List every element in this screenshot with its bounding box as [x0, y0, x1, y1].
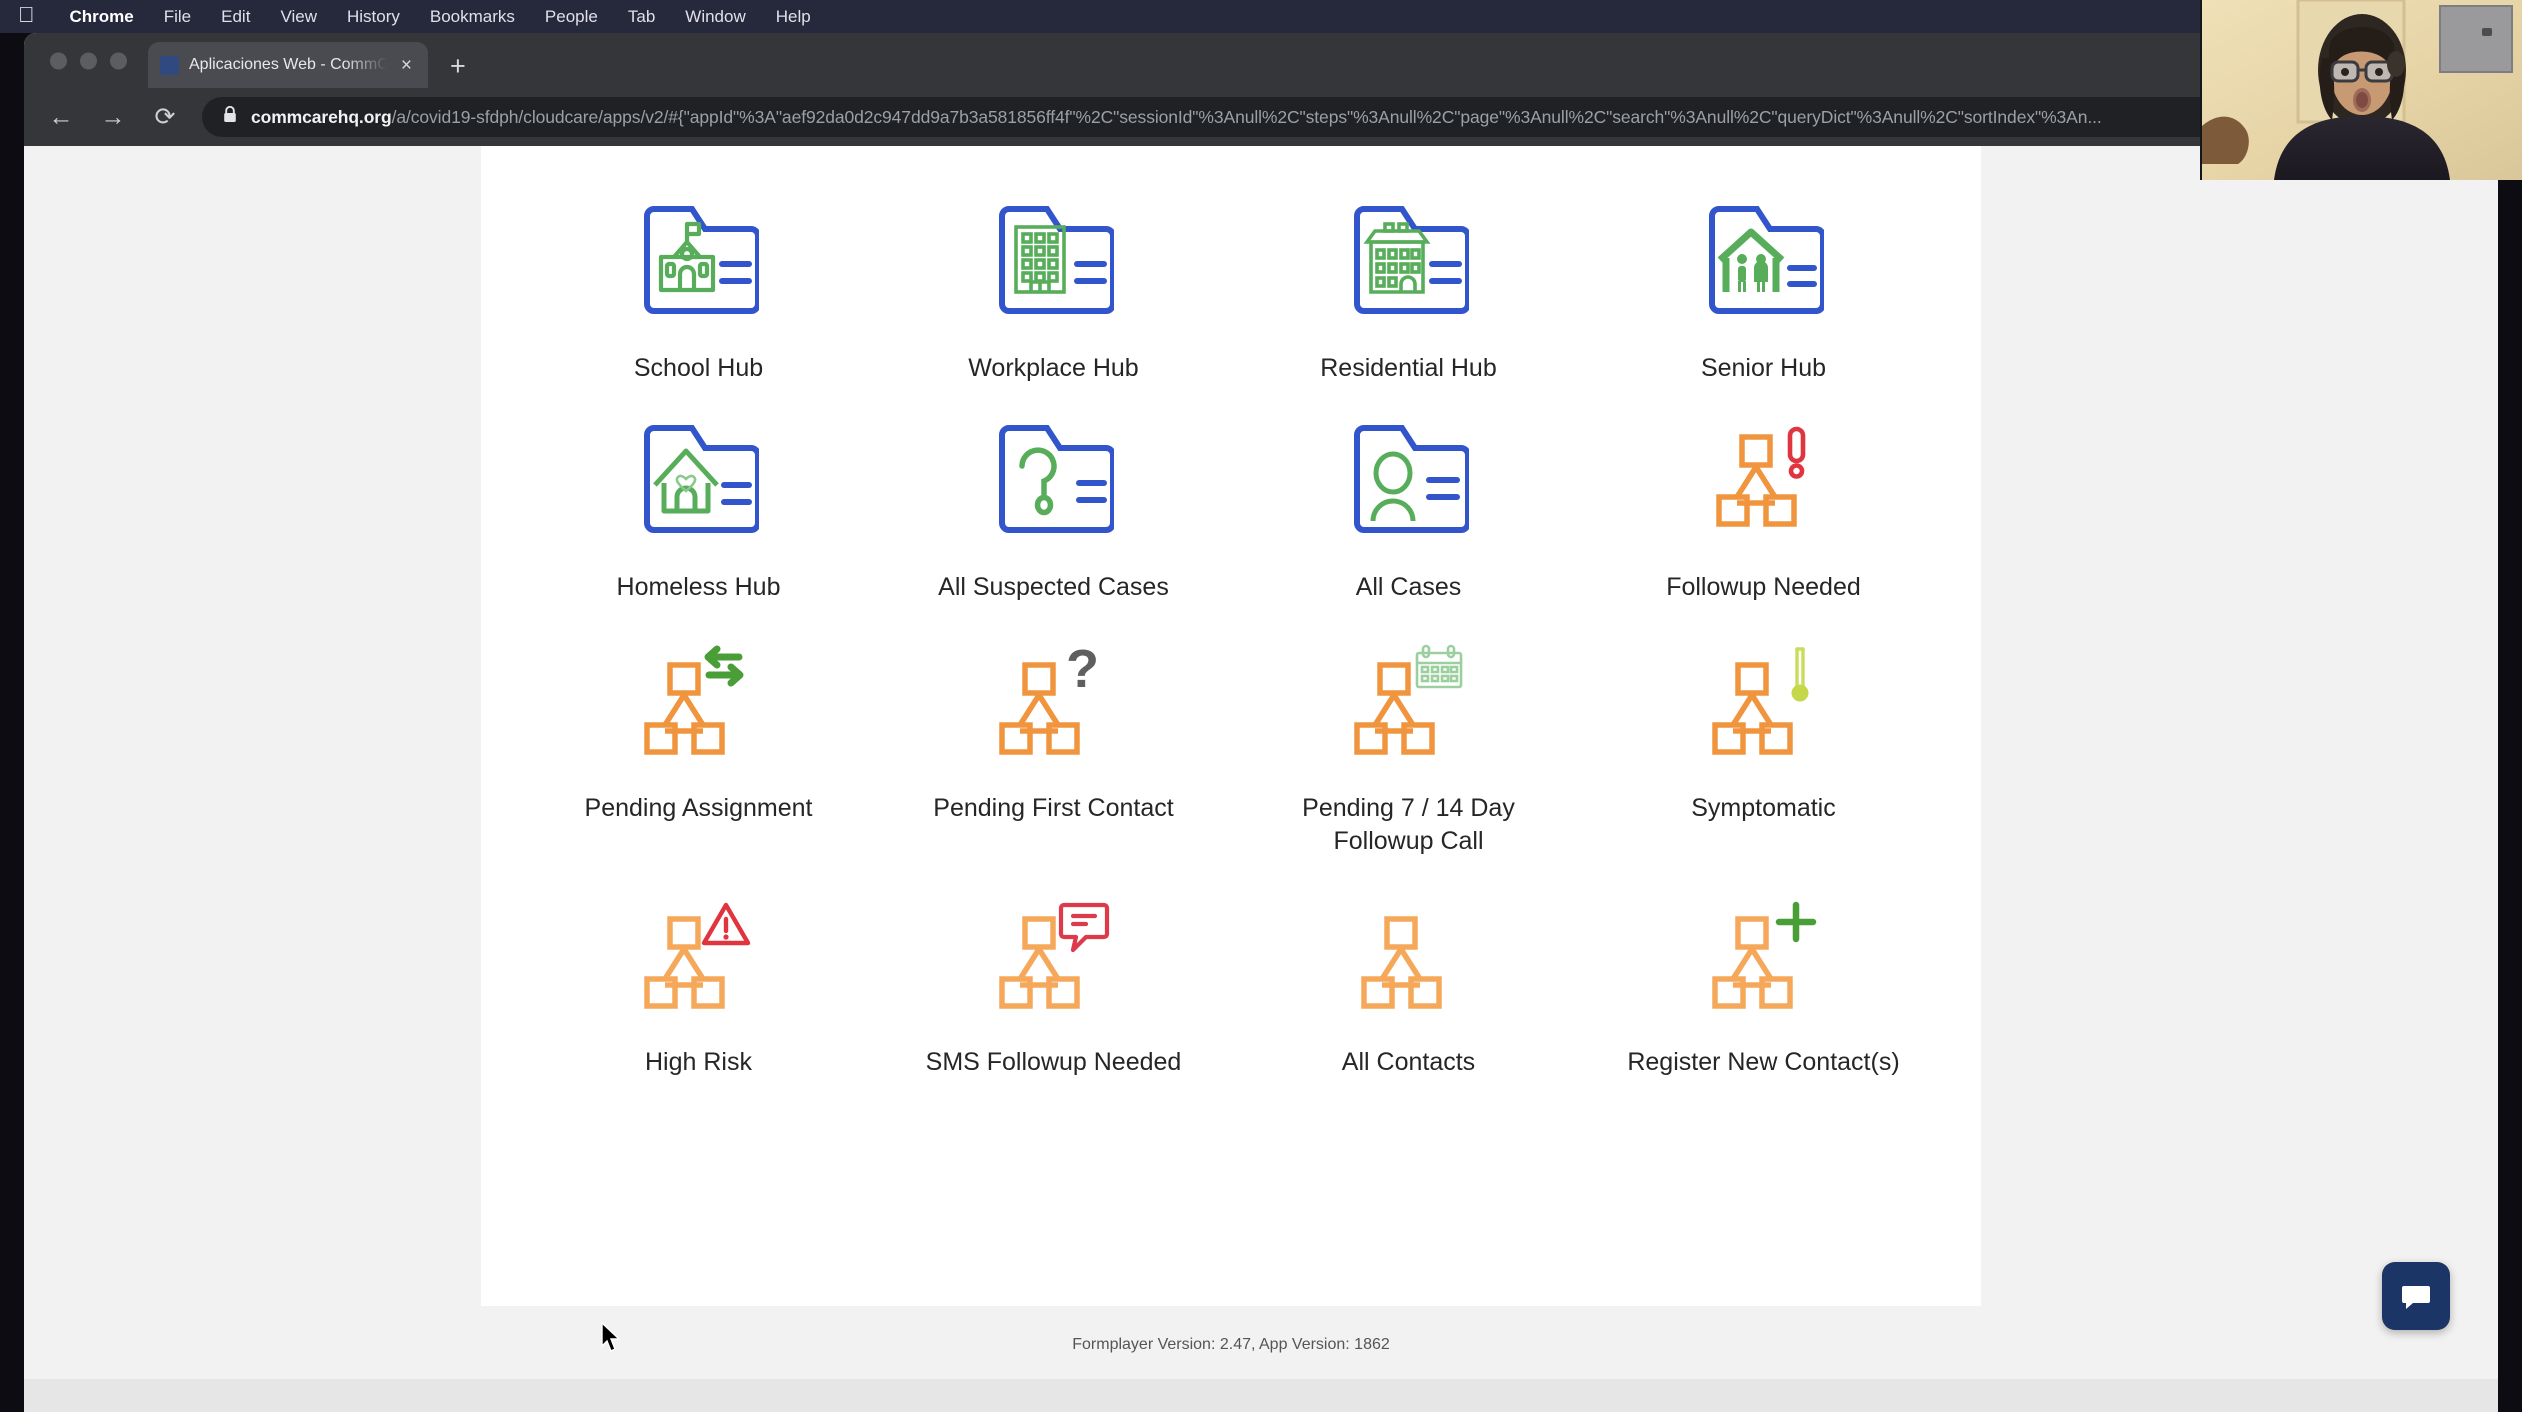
- network-calendar-icon: [1324, 626, 1494, 776]
- module-tile-label: Followup Needed: [1666, 573, 1861, 601]
- forward-button[interactable]: →: [98, 104, 128, 130]
- module-tile-label: Homeless Hub: [616, 573, 781, 601]
- module-tile-label: All Cases: [1355, 573, 1462, 601]
- module-tile-label: Pending First Contact: [933, 794, 1174, 822]
- close-window-button[interactable]: [50, 52, 67, 69]
- module-tile-followup-needed[interactable]: Followup Needed: [1586, 385, 1941, 604]
- module-tile-label: Senior Hub: [1700, 354, 1827, 382]
- folder-home-heart-icon: [614, 403, 784, 555]
- webcam-video-overlay[interactable]: [2200, 0, 2522, 180]
- module-grid: School Hub Workplace Hub Residential Hub…: [481, 146, 1981, 1079]
- chat-support-button[interactable]: [2382, 1262, 2450, 1330]
- network-icon: [1324, 880, 1494, 1030]
- page-bottom-bar: [24, 1379, 2498, 1412]
- network-exchange-icon: [614, 626, 784, 776]
- tab-favicon: [160, 55, 179, 75]
- module-tile-label: Pending 7 / 14 Day Followup Call: [1302, 794, 1515, 855]
- network-thermometer-icon: [1679, 626, 1849, 776]
- network-exclamation-icon: [1679, 403, 1849, 555]
- module-tile-senior-hub[interactable]: Senior Hub: [1586, 166, 1941, 385]
- module-tile-label: Pending Assignment: [584, 794, 813, 822]
- lock-icon: [222, 105, 238, 129]
- module-tile-label: SMS Followup Needed: [925, 1048, 1182, 1076]
- module-tile-label: Workplace Hub: [968, 354, 1139, 382]
- menu-view[interactable]: View: [265, 7, 332, 27]
- macos-menubar:  Chrome File Edit View History Bookmark…: [0, 0, 2522, 33]
- module-tile-pending-assignment[interactable]: Pending Assignment: [521, 608, 876, 858]
- network-question-icon: ?: [969, 626, 1139, 776]
- module-tile-sms-followup-needed[interactable]: SMS Followup Needed: [876, 862, 1231, 1079]
- chrome-browser-window: Aplicaciones Web - CommCare H × + ← → ⟳ …: [24, 33, 2498, 1412]
- module-tile-label: Register New Contact(s): [1627, 1048, 1900, 1076]
- tab-title: Aplicaciones Web - CommCare H: [189, 56, 387, 73]
- menu-edit[interactable]: Edit: [206, 7, 265, 27]
- module-tile-label: All Suspected Cases: [938, 573, 1169, 601]
- new-tab-button[interactable]: +: [450, 53, 466, 80]
- menu-card: School Hub Workplace Hub Residential Hub…: [481, 146, 1981, 1306]
- module-tile-all-contacts[interactable]: All Contacts: [1231, 862, 1586, 1079]
- network-warning-icon: [614, 880, 784, 1030]
- module-tile-high-risk[interactable]: High Risk: [521, 862, 876, 1079]
- network-plus-icon: [1679, 880, 1849, 1030]
- module-tile-pending-first-contact[interactable]: ? Pending First Contact: [876, 608, 1231, 858]
- module-tile-homeless-hub[interactable]: Homeless Hub: [521, 385, 876, 604]
- version-text: Formplayer Version: 2.47, App Version: 1…: [1072, 1336, 1390, 1353]
- url-path: /a/covid19-sfdph/cloudcare/apps/v2/#{"ap…: [391, 106, 2102, 127]
- menu-file[interactable]: File: [149, 7, 206, 27]
- chat-bubble-icon: [2402, 1286, 2430, 1309]
- tab-strip: Aplicaciones Web - CommCare H × +: [24, 33, 2498, 88]
- browser-tab[interactable]: Aplicaciones Web - CommCare H ×: [148, 42, 428, 88]
- folder-question-icon: [969, 403, 1139, 555]
- menu-tab[interactable]: Tab: [613, 7, 670, 27]
- tab-close-icon[interactable]: ×: [397, 54, 416, 77]
- module-tile-label: High Risk: [645, 1048, 752, 1076]
- omnibox-toolbar: ← → ⟳ commcarehq.org/a/covid19-sfdph/clo…: [24, 88, 2498, 146]
- svg-text:?: ?: [1066, 643, 1099, 699]
- address-bar[interactable]: commcarehq.org/a/covid19-sfdph/cloudcare…: [202, 97, 2476, 137]
- module-tile-label: All Contacts: [1341, 1048, 1476, 1076]
- module-tile-pending-7-14-day-followup-call[interactable]: Pending 7 / 14 Day Followup Call: [1231, 608, 1586, 858]
- folder-workplace-icon: [969, 184, 1139, 336]
- minimize-window-button[interactable]: [80, 52, 97, 69]
- menu-help[interactable]: Help: [761, 7, 826, 27]
- window-traffic-lights[interactable]: [50, 52, 127, 69]
- module-tile-register-new-contacts[interactable]: Register New Contact(s): [1586, 862, 1941, 1079]
- module-tile-label: Symptomatic: [1691, 794, 1836, 822]
- folder-senior-icon: [1679, 184, 1849, 336]
- menu-people[interactable]: People: [530, 7, 613, 27]
- menu-chrome[interactable]: Chrome: [55, 7, 149, 27]
- folder-school-icon: [614, 184, 784, 336]
- module-tile-label: Residential Hub: [1320, 354, 1497, 382]
- module-tile-label: School Hub: [633, 354, 764, 382]
- menu-history[interactable]: History: [332, 7, 415, 27]
- menu-window[interactable]: Window: [670, 7, 760, 27]
- maximize-window-button[interactable]: [110, 52, 127, 69]
- menu-bookmarks[interactable]: Bookmarks: [415, 7, 530, 27]
- version-footer: Formplayer Version: 2.47, App Version: 1…: [481, 1306, 1981, 1354]
- url-domain: commcarehq.org: [251, 106, 392, 127]
- module-tile-residential-hub[interactable]: Residential Hub: [1231, 166, 1586, 385]
- network-message-icon: [969, 880, 1139, 1030]
- screen:  Chrome File Edit View History Bookmark…: [0, 0, 2522, 1412]
- url-text: commcarehq.org/a/covid19-sfdph/cloudcare…: [251, 107, 2102, 128]
- webcam-frame: [2202, 0, 2522, 180]
- folder-person-icon: [1324, 403, 1494, 555]
- module-tile-symptomatic[interactable]: Symptomatic: [1586, 608, 1941, 858]
- module-tile-school-hub[interactable]: School Hub: [521, 166, 876, 385]
- page-viewport: School Hub Workplace Hub Residential Hub…: [24, 146, 2498, 1412]
- module-tile-all-suspected-cases[interactable]: All Suspected Cases: [876, 385, 1231, 604]
- apple-logo-icon[interactable]: : [18, 3, 35, 26]
- module-tile-workplace-hub[interactable]: Workplace Hub: [876, 166, 1231, 385]
- module-tile-all-cases[interactable]: All Cases: [1231, 385, 1586, 604]
- back-button[interactable]: ←: [46, 104, 76, 130]
- reload-button[interactable]: ⟳: [150, 104, 180, 130]
- folder-residential-icon: [1324, 184, 1494, 336]
